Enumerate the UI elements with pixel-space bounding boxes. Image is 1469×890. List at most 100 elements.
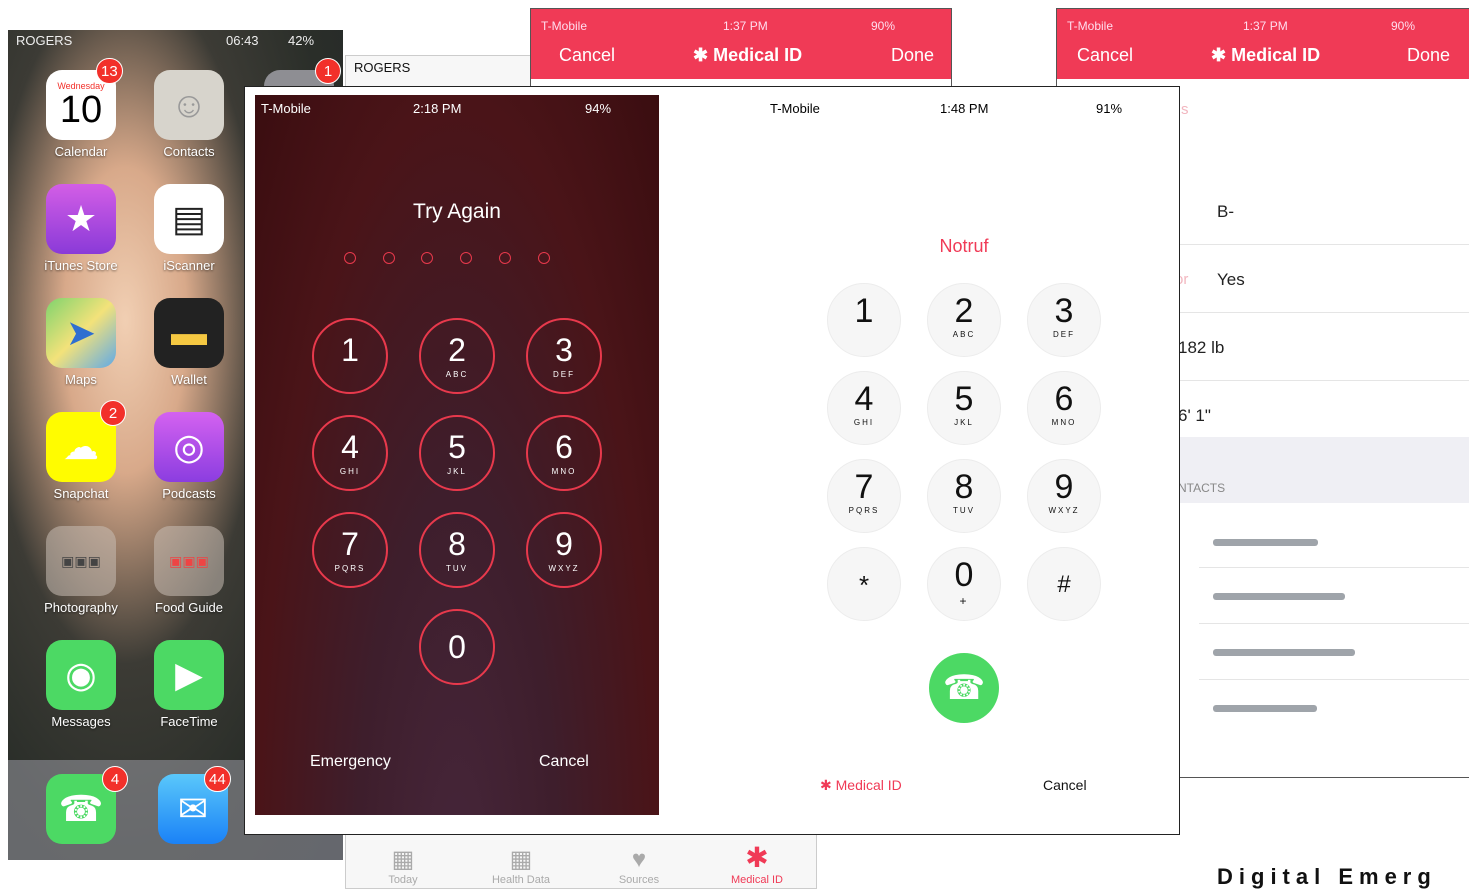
tab-sources[interactable]: ♥ Sources [584, 846, 694, 886]
app-label: Food Guide [155, 600, 223, 615]
done-button[interactable]: Done [891, 45, 934, 66]
app-label: iTunes Store [44, 258, 118, 273]
dial-key-9[interactable]: 9 WXYZ [1027, 459, 1101, 533]
passcode-dot [421, 252, 433, 264]
title-text: Medical ID [713, 45, 803, 65]
home-status-time: 06:43 [226, 33, 259, 48]
medical-id-link[interactable]: ✱ Medical ID [820, 777, 902, 794]
phone-icon: ☎ [942, 669, 986, 707]
status-carrier: T-Mobile [770, 101, 820, 116]
dial-key-1[interactable]: 1 [827, 283, 901, 357]
tab-medical-id[interactable]: ✱ Medical ID [702, 841, 812, 886]
emergency-button[interactable]: Emergency [310, 753, 391, 771]
dial-key-star[interactable]: * [827, 547, 901, 621]
key-letters: TUV [953, 506, 975, 515]
key-digit: 0 [448, 629, 466, 665]
maps-icon[interactable]: ➤ [46, 298, 116, 368]
status-time: 1:48 PM [940, 101, 989, 116]
dial-key-0[interactable]: 0 + [927, 547, 1001, 621]
medical-star-icon: ✱ [1211, 45, 1227, 65]
passcode-dot [383, 252, 395, 264]
medical-id-screen-left: T-Mobile 1:37 PM 90% Cancel ✱ Medical ID… [530, 8, 952, 96]
done-button[interactable]: Done [1407, 45, 1450, 66]
contacts-app-icon[interactable]: ☺ [154, 70, 224, 140]
medical-star-icon: ✱ [693, 45, 709, 65]
passcode-key-7[interactable]: 7 PQRS [312, 512, 388, 588]
dial-key-7[interactable]: 7 PQRS [827, 459, 901, 533]
key-digit: 8 [954, 468, 974, 506]
facetime-icon[interactable]: ▶ [154, 640, 224, 710]
medical-star-icon: ✱ [820, 777, 832, 793]
emergency-title: Notruf [939, 236, 989, 256]
key-digit: 7 [854, 468, 874, 506]
medical-id-navbar: T-Mobile 1:37 PM 90% Cancel ✱ Medical ID… [531, 9, 951, 79]
key-digit: * [858, 570, 870, 600]
dial-key-3[interactable]: 3 DEF [1027, 283, 1101, 357]
cancel-button[interactable]: Cancel [559, 45, 615, 66]
section-title: NTACTS [1178, 481, 1226, 495]
cancel-button[interactable]: Cancel [539, 753, 589, 771]
cancel-button[interactable]: Cancel [1077, 45, 1133, 66]
passcode-key-8[interactable]: 8 TUV [419, 512, 495, 588]
key-letters: JKL [447, 467, 467, 476]
passcode-dot [344, 252, 356, 264]
key-letters: DEF [553, 370, 575, 379]
medical-id-navbar: T-Mobile 1:37 PM 90% Cancel ✱ Medical ID… [1057, 9, 1469, 79]
key-letters: PQRS [848, 506, 880, 515]
key-letters: DEF [1053, 330, 1075, 339]
call-button[interactable]: ☎ [929, 653, 999, 723]
passcode-key-6[interactable]: 6 MNO [526, 415, 602, 491]
tab-label: Health Data [491, 874, 551, 886]
tab-label: Medical ID [731, 874, 783, 886]
dial-key-hash[interactable]: # [1027, 547, 1101, 621]
dial-key-8[interactable]: 8 TUV [927, 459, 1001, 533]
passcode-key-3[interactable]: 3 DEF [526, 318, 602, 394]
food-guide-folder-icon[interactable]: ▣▣▣ [154, 526, 224, 596]
medical-id-label: Medical ID [835, 777, 902, 793]
dial-key-5[interactable]: 5 JKL [927, 371, 1001, 445]
tab-today[interactable]: ▦ Today [348, 845, 458, 886]
status-battery: 91% [1096, 101, 1123, 116]
row-value: Yes [1217, 270, 1245, 289]
passcode-screen: T-Mobile 2:18 PM 94% Try Again 1 2 ABC 3 D… [255, 95, 659, 815]
passcode-dot [460, 252, 472, 264]
key-digit: 9 [555, 526, 573, 562]
dial-key-4[interactable]: 4 GHI [827, 371, 901, 445]
dial-key-6[interactable]: 6 MNO [1027, 371, 1101, 445]
photography-folder-icon[interactable]: ▣▣▣ [46, 526, 116, 596]
key-digit: 8 [448, 526, 466, 562]
app-label: Podcasts [162, 486, 216, 501]
passcode-key-2[interactable]: 2 ABC [419, 318, 495, 394]
status-battery: 90% [871, 19, 896, 33]
messages-icon[interactable]: ◉ [46, 640, 116, 710]
passcode-key-4[interactable]: 4 GHI [312, 415, 388, 491]
key-letters: + [959, 594, 969, 608]
tab-health-data[interactable]: ▦ Health Data [466, 845, 576, 886]
key-digit: 9 [1054, 468, 1074, 506]
status-battery: 94% [585, 101, 612, 116]
iscanner-icon[interactable]: ▤ [154, 184, 224, 254]
key-digit: 2 [954, 292, 974, 330]
key-letters: JKL [954, 418, 974, 427]
passcode-key-1[interactable]: 1 [312, 318, 388, 394]
dial-key-2[interactable]: 2 ABC [927, 283, 1001, 357]
passcode-key-5[interactable]: 5 JKL [419, 415, 495, 491]
title-text: Medical ID [1231, 45, 1321, 65]
key-letters: TUV [446, 564, 468, 573]
emergency-dialer-screen: T-Mobile 1:48 PM 91% Notruf 1 2 ABC 3 DEF … [760, 95, 1170, 815]
home-status-battery: 42% [288, 33, 315, 48]
cancel-button[interactable]: Cancel [1043, 777, 1087, 793]
medical-id-title: ✱ Medical ID [693, 45, 802, 66]
itunes-store-icon[interactable]: ★ [46, 184, 116, 254]
wallet-icon[interactable]: ▬ [154, 298, 224, 368]
divider [1199, 623, 1469, 624]
passcode-key-9[interactable]: 9 WXYZ [526, 512, 602, 588]
app-label: iScanner [163, 258, 215, 273]
tab-label: Sources [618, 874, 660, 886]
key-letters: MNO [551, 467, 577, 476]
divider [1199, 679, 1469, 680]
row-value: 182 lb [1178, 338, 1225, 357]
passcode-key-0[interactable]: 0 [419, 609, 495, 685]
podcasts-icon[interactable]: ◎ [154, 412, 224, 482]
key-letters: ABC [952, 330, 976, 339]
